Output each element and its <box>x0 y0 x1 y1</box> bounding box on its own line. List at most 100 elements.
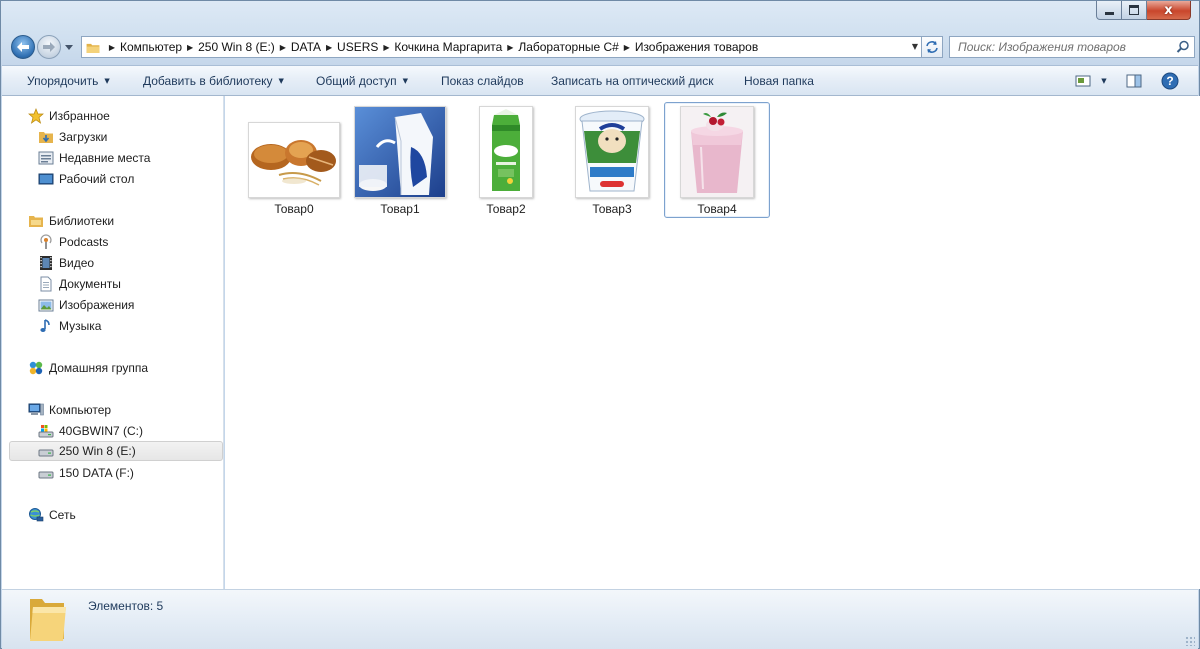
nav-item-drive-e[interactable]: 250 Win 8 (E:) <box>9 441 223 461</box>
nav-item-label: Изображения <box>59 298 135 312</box>
forward-button[interactable] <box>37 35 61 59</box>
nav-item-label: Недавние места <box>59 151 151 165</box>
arrow-right-icon <box>43 42 55 52</box>
file-name: Товар3 <box>592 202 632 216</box>
refresh-button[interactable] <box>921 36 943 58</box>
breadcrumb-item[interactable]: Кочкина Маргарита <box>394 40 502 54</box>
resize-grip[interactable] <box>1185 636 1195 646</box>
address-bar[interactable]: ▶ Компьютер ▶ 250 Win 8 (E:) ▶ DATA ▶ US… <box>81 36 923 58</box>
sour-cream-cup-thumbnail <box>575 106 649 198</box>
history-dropdown-icon[interactable] <box>64 42 74 52</box>
nav-item-label: 40GBWIN7 (C:) <box>59 424 144 438</box>
file-name: Товар1 <box>380 202 420 216</box>
breadcrumb-item[interactable]: USERS <box>337 40 378 54</box>
libraries-icon <box>28 213 44 229</box>
chevron-right-icon[interactable]: ▶ <box>182 43 198 52</box>
help-label: ? <box>1166 74 1173 88</box>
file-item[interactable]: Товар0 <box>242 103 346 217</box>
computer-icon <box>28 402 44 418</box>
search-input[interactable] <box>950 39 1170 55</box>
milk-carton-thumbnail <box>354 106 446 198</box>
chevron-right-icon[interactable]: ▶ <box>378 43 394 52</box>
nav-item-music[interactable]: Музыка <box>38 316 101 336</box>
nav-item-recent-places[interactable]: Недавние места <box>38 148 150 168</box>
chevron-down-icon: ▼ <box>402 76 409 85</box>
file-name: Товар0 <box>274 202 314 216</box>
file-item[interactable]: Товар1 <box>348 103 452 217</box>
nav-network-label: Сеть <box>49 508 76 522</box>
maximize-icon <box>1129 5 1139 15</box>
organize-menu[interactable]: Упорядочить ▼ <box>27 66 110 95</box>
homegroup-icon <box>28 360 44 376</box>
close-icon: x <box>1164 2 1173 18</box>
share-menu[interactable]: Общий доступ ▼ <box>316 66 408 95</box>
breadcrumb-item[interactable]: Изображения товаров <box>635 40 758 54</box>
command-bar: Упорядочить ▼ Добавить в библиотеку ▼ Общи… <box>2 65 1198 96</box>
view-icon <box>1075 75 1091 87</box>
nav-favorites[interactable]: Избранное <box>28 106 110 126</box>
nav-item-drive-c[interactable]: 40GBWIN7 (C:) <box>38 421 143 441</box>
nav-item-pictures[interactable]: Изображения <box>38 295 134 315</box>
burn-button[interactable]: Записать на оптический диск <box>551 66 714 95</box>
nav-item-drive-f[interactable]: 150 DATA (F:) <box>38 463 134 483</box>
close-button[interactable]: x <box>1147 1 1191 20</box>
nav-item-documents[interactable]: Документы <box>38 274 121 294</box>
change-view-button[interactable]: ▼ <box>1071 72 1111 90</box>
explorer-window: x ▶ Компьютер ▶ 250 Win 8 (E:) ▶ DATA ▶ … <box>0 0 1200 649</box>
nav-item-label: Документы <box>59 277 121 291</box>
chevron-right-icon[interactable]: ▶ <box>275 43 291 52</box>
search-icon[interactable] <box>1176 40 1190 54</box>
nav-computer-label: Компьютер <box>49 403 112 417</box>
preview-pane-button[interactable] <box>1124 72 1144 90</box>
chevron-right-icon[interactable]: ▶ <box>321 43 337 52</box>
folder-icon <box>86 43 100 53</box>
document-icon <box>38 276 54 292</box>
new-folder-label: Новая папка <box>744 73 814 88</box>
nav-item-label: 250 Win 8 (E:) <box>59 444 136 458</box>
file-item[interactable]: Товар4 <box>664 102 770 218</box>
nav-network[interactable]: Сеть <box>28 505 76 525</box>
breadcrumb-item[interactable]: DATA <box>291 40 321 54</box>
nav-favorites-label: Избранное <box>49 109 110 123</box>
nav-item-podcasts[interactable]: Podcasts <box>38 232 108 252</box>
file-item[interactable]: Товар3 <box>560 103 664 217</box>
nav-item-label: 150 DATA (F:) <box>59 466 134 480</box>
file-item[interactable]: Товар2 <box>454 103 558 217</box>
breadcrumb-item[interactable]: Компьютер <box>120 40 182 54</box>
share-label: Общий доступ <box>316 73 397 88</box>
breadcrumb-item[interactable]: Лабораторные C# <box>518 40 619 54</box>
add-to-library-label: Добавить в библиотеку <box>143 73 273 88</box>
minimize-button[interactable] <box>1096 1 1122 20</box>
podcast-icon <box>38 234 54 250</box>
nav-item-label: Загрузки <box>59 130 108 144</box>
star-icon <box>28 108 44 124</box>
new-folder-button[interactable]: Новая папка <box>744 66 814 95</box>
address-dropdown-icon[interactable]: ▼ <box>912 42 918 51</box>
caption-buttons: x <box>1096 1 1191 21</box>
help-button[interactable]: ? <box>1160 72 1180 90</box>
chevron-right-icon[interactable]: ▶ <box>619 43 635 52</box>
nav-computer[interactable]: Компьютер <box>28 400 111 420</box>
search-box <box>949 36 1195 58</box>
hard-drive-icon <box>38 443 54 459</box>
file-list: Товар0 Товар1 Товар2 Товар3 Товар4 <box>225 96 1200 589</box>
film-icon <box>38 255 54 271</box>
item-count: Элементов: 5 <box>88 599 164 613</box>
arrow-left-icon <box>17 42 29 52</box>
kefir-carton-thumbnail <box>479 106 533 198</box>
help-icon: ? <box>1161 72 1179 90</box>
back-button[interactable] <box>11 35 35 59</box>
nav-item-video[interactable]: Видео <box>38 253 94 273</box>
nav-item-downloads[interactable]: Загрузки <box>38 127 107 147</box>
nav-homegroup[interactable]: Домашняя группа <box>28 358 148 378</box>
breadcrumb-item[interactable]: 250 Win 8 (E:) <box>198 40 275 54</box>
nav-libraries[interactable]: Библиотеки <box>28 211 114 231</box>
nav-item-desktop[interactable]: Рабочий стол <box>38 169 134 189</box>
slideshow-button[interactable]: Показ слайдов <box>441 66 524 95</box>
chevron-right-icon[interactable]: ▶ <box>502 43 518 52</box>
add-to-library-menu[interactable]: Добавить в библиотеку ▼ <box>143 66 284 95</box>
chevron-down-icon: ▼ <box>1101 77 1107 85</box>
organize-label: Упорядочить <box>27 73 99 88</box>
maximize-button[interactable] <box>1122 1 1147 20</box>
chevron-right-icon[interactable]: ▶ <box>104 43 120 52</box>
